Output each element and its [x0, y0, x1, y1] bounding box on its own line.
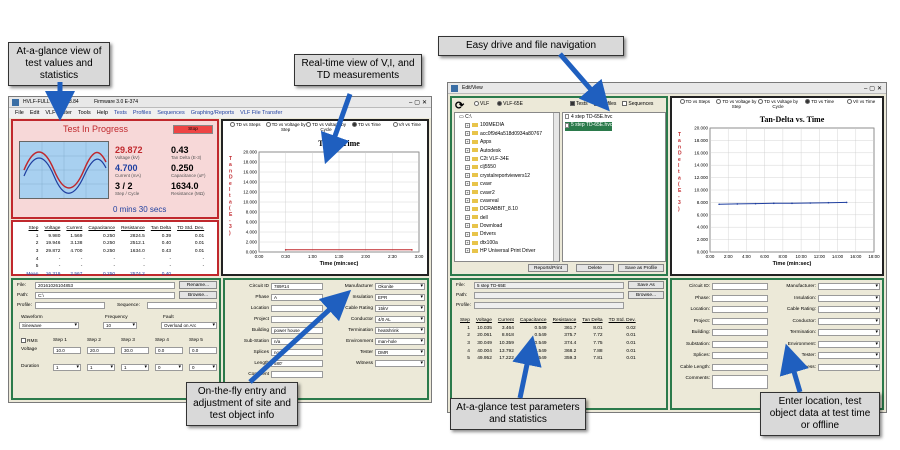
arrow-enter-location: [779, 343, 809, 393]
arrow-onthefly: [248, 289, 352, 384]
arrow-easy-drive: [558, 52, 610, 112]
callout-arrows: [45, 52, 809, 399]
arrow-glance-params: [512, 335, 542, 399]
arrow-realtime: [320, 93, 353, 165]
